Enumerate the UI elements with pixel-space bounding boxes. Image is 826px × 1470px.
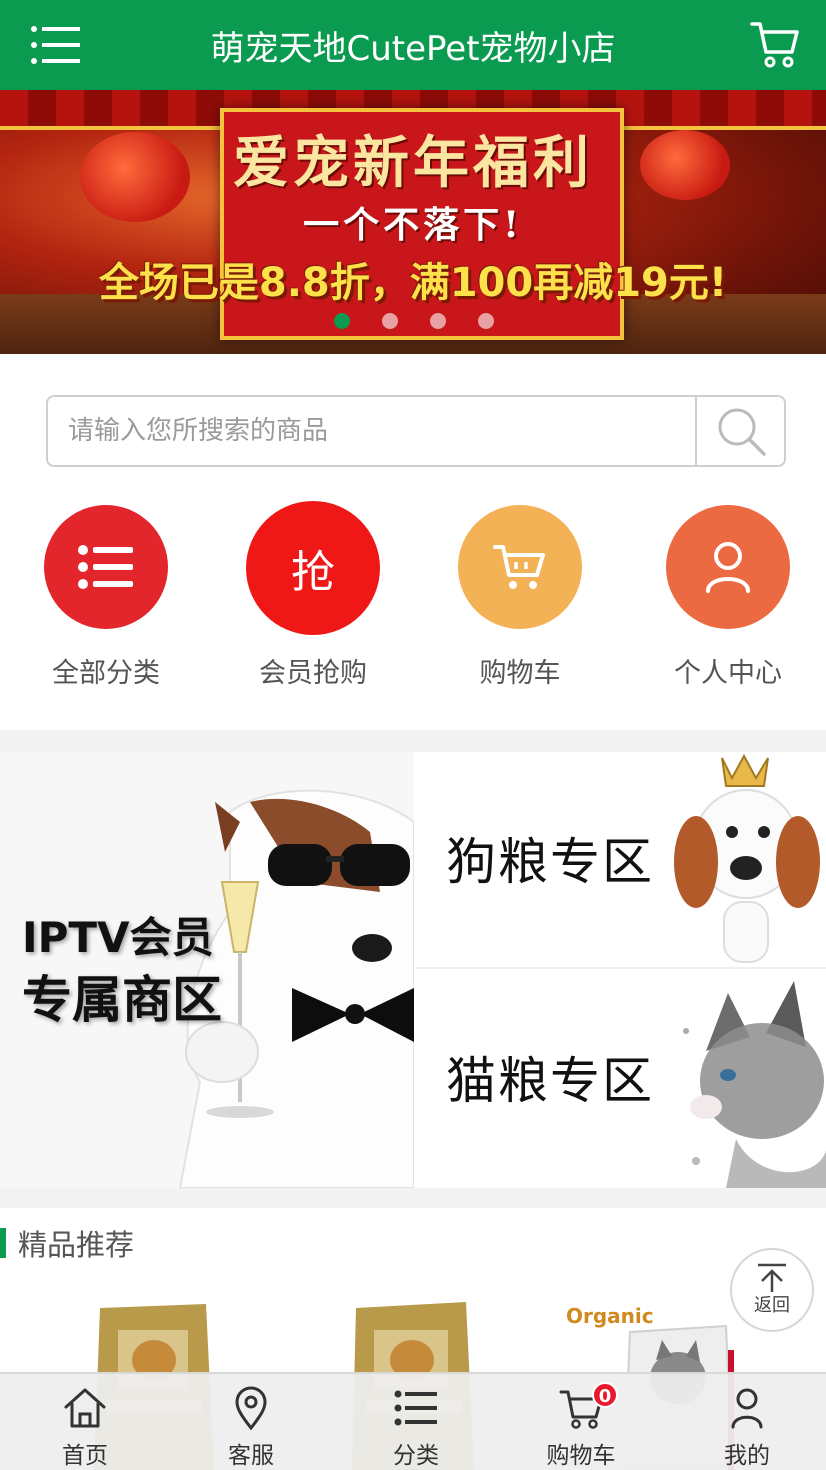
banner-headline: 爱宠新年福利 [233,130,593,196]
cart-count-badge: 0 [592,1382,618,1408]
quick-nav: 全部分类 抢 会员抢购 购物车 个人中心 [0,501,826,705]
quick-nav-label: 个人中心 [674,658,782,689]
menu-icon[interactable] [30,24,82,66]
user-icon [666,505,790,629]
carousel-dot[interactable] [334,313,350,329]
banner-subline: 一个不落下! [303,204,523,246]
section-accent-bar [0,1228,6,1258]
quick-nav-cart[interactable]: 购物车 [435,505,605,690]
tab-label: 客服 [228,1443,274,1469]
quick-nav-label: 全部分类 [52,658,160,689]
carousel-dot[interactable] [430,313,446,329]
carousel-dots [334,313,494,329]
top-bar: 萌宠天地CutePet宠物小店 [0,0,826,90]
page-title: 萌宠天地CutePet宠物小店 [210,28,616,69]
cat-food-zone-title: 猫粮专区 [446,1052,654,1110]
tab-cart[interactable]: 0 购物车 [526,1382,636,1470]
bottom-tab-bar: 首页 客服 分类 0 购物车 我的 [0,1372,826,1470]
tab-home[interactable]: 首页 [30,1384,140,1470]
arrow-up-icon [758,1263,786,1292]
quick-nav-user-center[interactable]: 个人中心 [643,505,813,690]
quick-nav-member-flash-sale[interactable]: 抢 会员抢购 [228,501,398,690]
cart-icon: 0 [526,1382,636,1432]
cat-watercolor-image [683,981,826,1188]
back-to-top-button[interactable]: 返回 [730,1248,814,1332]
iptv-member-zone[interactable]: IPTV会员 专属商区 [0,752,414,1188]
section-divider [0,730,826,752]
promo-banner[interactable]: 爱宠新年福利 一个不落下! 全场已是8.8折，满100再减19元! [0,90,826,354]
search-button[interactable] [695,397,784,465]
quick-nav-label: 购物车 [479,658,561,689]
recommend-section-title: 精品推荐 [18,1228,135,1262]
search-bar [46,395,786,467]
quick-nav-label: 会员抢购 [259,658,367,689]
banner-promo-text: 全场已是8.8折，满100再减19元! [98,260,728,306]
cart-icon [458,505,582,629]
tab-categories[interactable]: 分类 [361,1384,471,1470]
carousel-dot[interactable] [382,313,398,329]
tab-label: 我的 [724,1443,770,1469]
puppy-with-crown-image [674,753,820,963]
tab-mine[interactable]: 我的 [692,1384,802,1470]
tab-customer-service[interactable]: 客服 [196,1384,306,1470]
home-icon [30,1384,140,1432]
back-to-top-label: 返回 [754,1295,790,1316]
cart-icon[interactable] [750,18,800,70]
carousel-dot[interactable] [478,313,494,329]
search-icon [718,408,766,456]
tab-label: 购物车 [546,1443,616,1469]
section-divider [0,1188,826,1208]
list-icon [361,1384,471,1432]
cat-food-zone[interactable]: 猫粮专区 [416,971,826,1188]
zone-grid: IPTV会员 专属商区 狗粮专区 猫粮专区 [0,752,826,1188]
location-pin-icon [196,1384,306,1432]
iptv-zone-title: IPTV会员 [22,913,214,962]
list-icon [44,505,168,629]
search-input[interactable] [48,397,695,465]
quick-nav-all-categories[interactable]: 全部分类 [21,505,191,690]
dog-food-zone-title: 狗粮专区 [446,833,654,891]
qiang-char-icon: 抢 [246,501,380,635]
tab-label: 分类 [393,1443,439,1469]
dog-food-zone[interactable]: 狗粮专区 [416,752,826,969]
recommend-section-header: 精品推荐 [0,1225,135,1262]
user-icon [692,1384,802,1432]
iptv-zone-subtitle: 专属商区 [22,971,222,1029]
tab-label: 首页 [62,1443,108,1469]
